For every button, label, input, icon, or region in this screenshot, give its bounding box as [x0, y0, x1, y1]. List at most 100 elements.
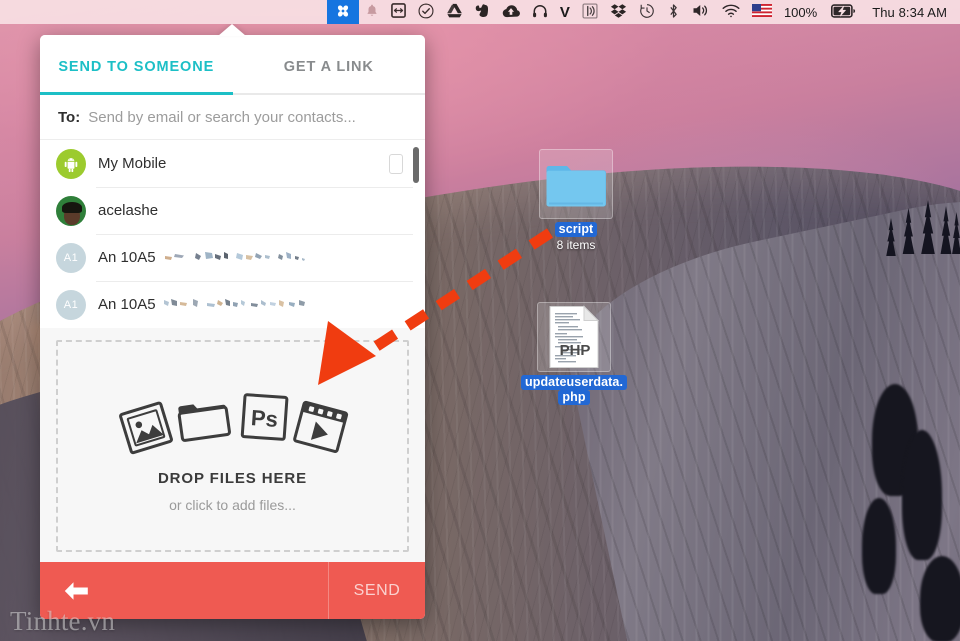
desktop-icon-name: script: [554, 222, 598, 237]
file-dropzone[interactable]: Ps DROP FILES HERE or click to add files…: [56, 340, 409, 552]
recipient-label: To:: [58, 108, 81, 126]
dropbox-icon: [610, 3, 627, 22]
contact-list-scrollbar-thumb[interactable]: [413, 147, 419, 183]
avatar-initials-label: A1: [63, 298, 79, 311]
dropzone-subtitle: or click to add files...: [169, 496, 296, 513]
menubar-airplay-audio-item[interactable]: [576, 0, 604, 24]
menubar-bluetooth-item[interactable]: [661, 0, 686, 24]
wallpaper-shrub: [920, 556, 960, 641]
desktop-icon-script-folder[interactable]: script 8 items: [533, 149, 619, 252]
infinit-icon: [335, 3, 351, 22]
menubar-headphones-item[interactable]: [526, 0, 554, 24]
desktop-icon-updateuserdata-php[interactable]: PHP updateuserdata. php: [520, 302, 628, 405]
folder-thumbnail: [539, 149, 613, 219]
battery-percent-label: 100%: [783, 4, 818, 20]
contact-initials-avatar: A1: [56, 242, 86, 273]
tab-get-a-link[interactable]: GET A LINK: [232, 35, 426, 95]
folder-file-icon: [174, 393, 235, 451]
redacted-name-marks: [163, 295, 313, 315]
menu-bar: V 100% Thu 8:34 AM: [0, 0, 960, 24]
vmware-letter-icon: V: [559, 3, 570, 21]
teamviewer-icon: [390, 3, 406, 21]
tab-get-a-link-label: GET A LINK: [283, 59, 374, 75]
blue-folder-icon: [546, 166, 606, 207]
bluetooth-icon: [667, 3, 680, 22]
contact-row-my-mobile[interactable]: My Mobile: [40, 140, 425, 187]
dropzone-container: Ps DROP FILES HERE or click to add files…: [40, 328, 425, 562]
infinit-send-popover: SEND TO SOMEONE GET A LINK To: Send by e…: [40, 35, 425, 619]
evernote-icon: [475, 3, 490, 22]
contact-name: An 10A5: [98, 295, 313, 315]
tab-send-to-someone[interactable]: SEND TO SOMEONE: [40, 35, 233, 95]
contact-name-text: An 10A5: [98, 296, 156, 313]
php-file-thumbnail: PHP: [537, 302, 611, 372]
menubar-dropbox-item[interactable]: [604, 0, 633, 24]
contact-name: My Mobile: [98, 155, 167, 172]
checkmark-icon: [418, 2, 434, 22]
bell-icon: [365, 3, 379, 21]
desktop-icon-sublabel: 8 items: [556, 238, 596, 252]
desktop-icon-label: script: [533, 222, 619, 237]
menubar-us-flag-item[interactable]: [746, 0, 778, 24]
cloud-upload-icon: [502, 4, 520, 21]
time-machine-icon: [639, 3, 655, 22]
screen: V 100% Thu 8:34 AM script 8 items PHP up…: [0, 0, 960, 641]
watermark: Tinhte.vn: [10, 606, 116, 636]
contact-row-acelashe[interactable]: acelashe: [40, 187, 425, 234]
menubar-cloud-upload-item[interactable]: [496, 0, 526, 24]
wallpaper-shrub: [902, 430, 942, 560]
menubar-teamviewer-item[interactable]: [385, 0, 412, 24]
battery-charging-icon: [831, 3, 856, 21]
menubar-checkmark-item[interactable]: [412, 0, 440, 24]
menubar-clock[interactable]: Thu 8:34 AM: [862, 0, 951, 24]
menubar-vmware-item[interactable]: V: [554, 0, 576, 24]
wifi-icon: [722, 4, 740, 21]
menubar-time-machine-item[interactable]: [633, 0, 661, 24]
airplay-audio-icon: [582, 2, 598, 22]
menubar-evernote-item[interactable]: [469, 0, 496, 24]
google-drive-icon: [446, 3, 463, 21]
send-button[interactable]: SEND: [328, 562, 425, 619]
photoshop-label: Ps: [250, 405, 279, 432]
contact-name: acelashe: [98, 202, 159, 219]
menubar-infinit-item[interactable]: [326, 0, 359, 24]
avatar-hair: [62, 201, 82, 213]
menubar-wifi-item[interactable]: [716, 0, 746, 24]
desktop-icon-name-line1: updateuserdata.: [520, 375, 628, 390]
contact-initials-avatar: A1: [56, 289, 86, 320]
back-arrow-icon: [64, 581, 88, 600]
contact-name: An 10A5: [98, 248, 308, 268]
video-file-icon: [288, 397, 350, 461]
desktop-icon-label: updateuserdata. php: [519, 375, 629, 405]
image-file-icon: [114, 396, 178, 463]
dropzone-title: DROP FILES HERE: [157, 469, 308, 487]
contact-name-text: An 10A5: [98, 249, 156, 266]
contact-list: My Mobile acelashe A1 An 10A5 A1 An 10A5: [40, 140, 425, 328]
desktop-icon-name-line2: php: [558, 390, 590, 405]
recipient-input[interactable]: [88, 108, 407, 126]
contact-row-an-10a5-1[interactable]: A1 An 10A5: [40, 234, 425, 281]
php-document-icon: PHP: [549, 305, 600, 368]
redacted-name-marks: [163, 248, 308, 268]
contact-photo-avatar: [56, 195, 86, 226]
menubar-google-drive-item[interactable]: [440, 0, 469, 24]
us-flag-icon: [751, 4, 772, 20]
php-ext-label: PHP: [560, 342, 591, 359]
send-button-label: SEND: [353, 581, 401, 599]
popover-tabs: SEND TO SOMEONE GET A LINK: [40, 35, 425, 95]
contact-list-scrollbar-track[interactable]: [413, 143, 422, 325]
clock-label: Thu 8:34 AM: [872, 4, 947, 20]
menubar-battery-percent[interactable]: 100%: [778, 0, 825, 24]
volume-icon: [692, 3, 710, 21]
headphones-icon: [532, 3, 548, 22]
wallpaper-shrub: [862, 498, 896, 594]
menubar-volume-item[interactable]: [686, 0, 716, 24]
photoshop-file-icon: Ps: [238, 391, 290, 447]
tab-send-to-someone-label: SEND TO SOMEONE: [58, 59, 215, 75]
popover-notch: [218, 24, 246, 36]
android-avatar-icon: [56, 148, 86, 179]
menubar-battery-item[interactable]: [825, 0, 862, 24]
contact-row-an-10a5-2[interactable]: A1 An 10A5: [40, 281, 425, 328]
mobile-device-icon: [389, 153, 403, 174]
menubar-bell-item[interactable]: [359, 0, 385, 24]
